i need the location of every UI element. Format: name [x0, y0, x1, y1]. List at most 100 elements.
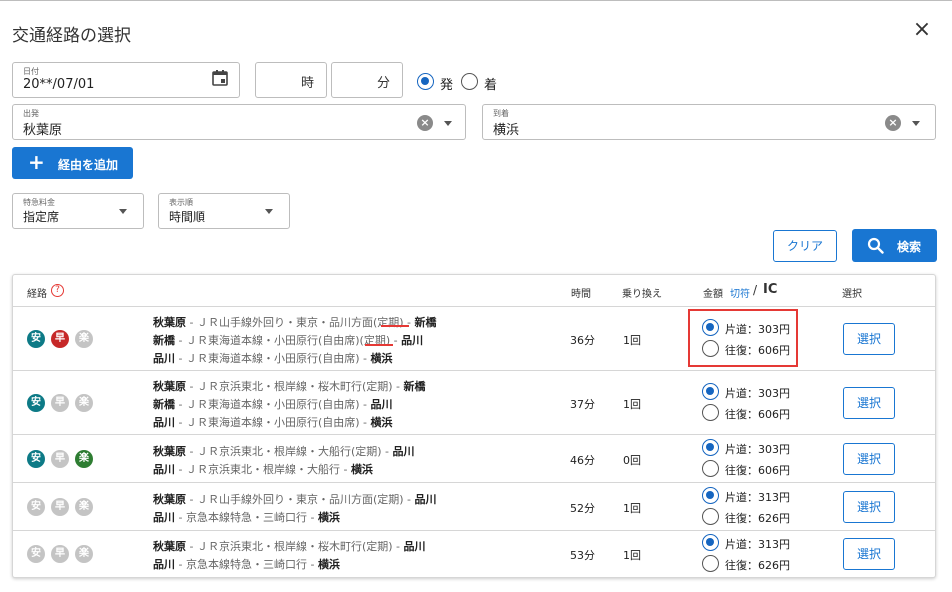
select-route-button[interactable]: 選択: [843, 491, 895, 523]
search-icon: [867, 237, 884, 254]
easy-badge: 楽: [75, 545, 93, 563]
select-route-button[interactable]: 選択: [843, 443, 895, 475]
segment-to-station: 新橋: [403, 380, 426, 393]
duration-value: 52分: [570, 502, 595, 515]
date-value: 20**/07/01: [23, 77, 95, 92]
round-trip-fare: 往復：606円: [725, 464, 790, 477]
hour-input[interactable]: 時: [255, 62, 327, 98]
segment-line: - ＪＲ東海道本線・小田原行(自由席): [175, 352, 360, 365]
safe-badge: 安: [27, 394, 45, 412]
route-segment: 新橋 - ＪＲ東海道本線・小田原行(自由席) - 品川: [153, 396, 393, 412]
arrival-label: 到着: [493, 109, 509, 118]
transfers-value: 1回: [623, 398, 641, 411]
round-trip-fare: 往復：626円: [725, 512, 790, 525]
select-route-button[interactable]: 選択: [843, 538, 895, 570]
segment-line: - ＪＲ京浜東北・根岸線・大船行: [175, 463, 340, 476]
safe-badge: 安: [27, 330, 45, 348]
transfers-value: 1回: [623, 549, 641, 562]
segment-separator: -: [359, 352, 371, 365]
segment-to-station: 品川: [392, 445, 415, 458]
route-segment: 品川 - 京急本線特急・三崎口行 - 横浜: [153, 556, 340, 572]
arrive-radio[interactable]: [461, 73, 478, 90]
close-icon[interactable]: ×: [910, 19, 934, 43]
easy-badge: 楽: [75, 330, 93, 348]
segment-from-station: 秋葉原: [153, 380, 186, 393]
segment-line: - ＪＲ東海道本線・小田原行(自由席): [175, 334, 360, 347]
sort-order-value: 時間順: [169, 210, 206, 224]
segment-from-station: 品川: [153, 463, 175, 476]
arrival-dropdown-icon[interactable]: [912, 121, 920, 126]
transfers-column-header: 乗り換え: [622, 289, 662, 300]
round-trip-radio[interactable]: [702, 404, 719, 421]
departure-dropdown-icon[interactable]: [444, 121, 452, 126]
depart-label: 発: [440, 78, 454, 93]
segment-from-station: 品川: [153, 352, 175, 365]
segment-to-station: 品川: [414, 493, 437, 506]
express-fee-value: 指定席: [23, 210, 60, 224]
segment-separator: -: [403, 316, 415, 329]
segment-separator: -: [392, 380, 404, 393]
express-fee-select[interactable]: 特急料金 指定席: [12, 193, 144, 229]
table-header: 経路 ? 時間 乗り換え 金額 切符 / IC 選択: [13, 275, 935, 307]
segment-line: - 京急本線特急・三崎口行: [175, 511, 307, 524]
segment-to-station: 横浜: [317, 511, 340, 524]
time-column-header: 時間: [571, 289, 591, 300]
table-row: 安早楽秋葉原 - ＪＲ京浜東北・根岸線・桜木町行(定期) - 品川 品川 - 京急…: [13, 531, 935, 577]
sort-order-select[interactable]: 表示順 時間順: [158, 193, 290, 229]
segment-line: - ＪＲ京浜東北・根岸線・大船行(定期): [186, 445, 382, 458]
easy-badge: 楽: [75, 498, 93, 516]
date-field[interactable]: 日付 20**/07/01: [12, 62, 240, 98]
one-way-radio[interactable]: [702, 439, 719, 456]
segment-separator: -: [306, 558, 318, 571]
select-route-button[interactable]: 選択: [843, 387, 895, 419]
easy-badge: 楽: [75, 394, 93, 412]
search-button[interactable]: 検索: [852, 229, 937, 262]
segment-from-station: 新橋: [153, 398, 175, 411]
departure-value: 秋葉原: [23, 123, 63, 138]
minute-input[interactable]: 分: [331, 62, 403, 98]
segment-line: - ＪＲ山手線外回り・東京・品川方面(定期): [186, 493, 404, 506]
segment-line: - ＪＲ東海道本線・小田原行(自由席): [175, 398, 360, 411]
select-route-button[interactable]: 選択: [843, 323, 895, 355]
one-way-fare: 片道：313円: [725, 491, 790, 504]
segment-from-station: 秋葉原: [153, 540, 186, 553]
segment-from-station: 品川: [153, 416, 175, 429]
arrival-value: 横浜: [493, 123, 520, 138]
segment-line: - ＪＲ京浜東北・根岸線・桜木町行(定期): [186, 380, 393, 393]
express-fee-dropdown-icon: [119, 209, 127, 214]
round-trip-radio[interactable]: [702, 555, 719, 572]
fast-badge: 早: [51, 498, 69, 516]
table-row: 安早楽秋葉原 - ＪＲ京浜東北・根岸線・大船行(定期) - 品川 品川 - ＪＲ京…: [13, 435, 935, 483]
ic-label: IC: [763, 282, 778, 297]
segment-from-station: 品川: [153, 558, 175, 571]
help-icon[interactable]: ?: [51, 284, 64, 297]
add-via-button[interactable]: + 経由を追加: [12, 147, 133, 179]
one-way-radio[interactable]: [702, 534, 719, 551]
route-segment: 品川 - 京急本線特急・三崎口行 - 横浜: [153, 509, 340, 525]
round-trip-radio[interactable]: [702, 508, 719, 525]
one-way-radio[interactable]: [702, 383, 719, 400]
one-way-radio[interactable]: [702, 487, 719, 504]
departure-station-field[interactable]: 出発 秋葉原 ×: [12, 104, 466, 140]
segment-line: - ＪＲ京浜東北・根岸線・桜木町行(定期): [186, 540, 393, 553]
calendar-icon[interactable]: [211, 69, 229, 87]
segment-pass-marker: (定期): [372, 316, 404, 329]
clear-button[interactable]: クリア: [773, 230, 837, 262]
segment-separator: -: [359, 416, 371, 429]
segment-to-station: 横浜: [370, 416, 393, 429]
round-trip-radio[interactable]: [702, 460, 719, 477]
segment-separator: -: [403, 493, 415, 506]
hour-suffix: 時: [300, 76, 314, 91]
arrival-station-field[interactable]: 到着 横浜 ×: [482, 104, 936, 140]
table-row: 安早楽秋葉原 - ＪＲ山手線外回り・東京・品川方面(定期) - 品川 品川 - 京…: [13, 483, 935, 531]
one-way-fare: 片道：303円: [725, 443, 790, 456]
clear-departure-icon[interactable]: ×: [417, 115, 433, 131]
route-segment: 秋葉原 - ＪＲ京浜東北・根岸線・桜木町行(定期) - 新橋: [153, 378, 426, 394]
safe-badge: 安: [27, 450, 45, 468]
depart-radio[interactable]: [417, 73, 434, 90]
ticket-toggle-link[interactable]: 切符: [730, 285, 750, 300]
segment-from-station: 秋葉原: [153, 316, 186, 329]
fare-separator: /: [753, 283, 758, 297]
segment-to-station: 品川: [401, 334, 424, 347]
clear-arrival-icon[interactable]: ×: [885, 115, 901, 131]
